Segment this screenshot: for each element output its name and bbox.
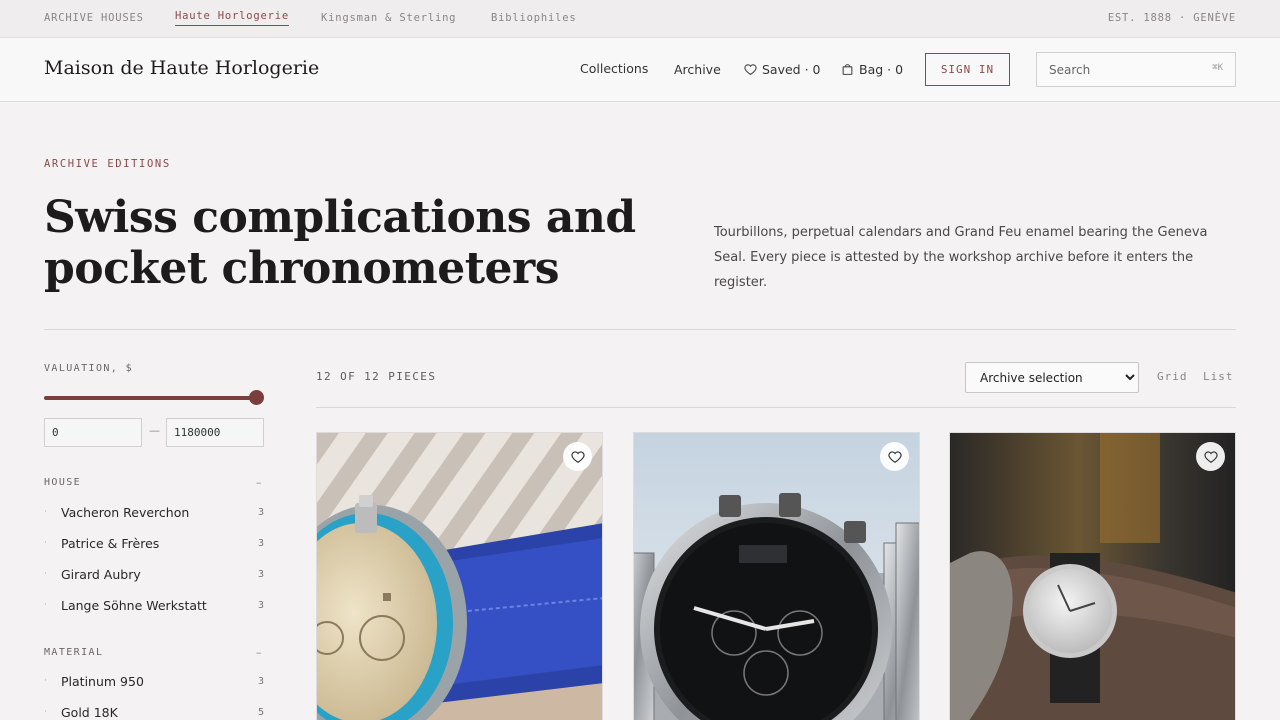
house-link-haute-horlogerie[interactable]: Haute Horlogerie <box>175 10 289 26</box>
valuation-slider-track[interactable] <box>44 396 258 400</box>
product-card[interactable] <box>316 432 603 720</box>
nav-saved-label: Saved · 0 <box>762 62 821 77</box>
facet-label: Girard Aubry <box>61 566 141 582</box>
search-shortcut: ⌘K <box>1212 63 1223 73</box>
brand-logo[interactable]: Maison de Haute Horlogerie <box>44 57 319 79</box>
valuation-max-input[interactable] <box>166 418 264 447</box>
facet-count: 3 <box>257 537 264 549</box>
product-image-wrist-watch <box>950 433 1235 720</box>
facet-label: Platinum 950 <box>61 673 144 689</box>
product-image-blue-strap-watch <box>317 433 602 720</box>
product-card[interactable] <box>949 432 1236 720</box>
hero-description: Tourbillons, perpetual calendars and Gra… <box>714 225 1208 290</box>
range-dash: — <box>149 424 160 437</box>
search-input[interactable] <box>1037 53 1197 86</box>
facet-label: Lange Söhne Werkstatt <box>61 597 207 613</box>
established-text: EST. 1888 · GENÈVE <box>1107 12 1236 24</box>
facet-house-vacheron-reverchon[interactable]: · Vacheron Reverchon 3 <box>44 502 264 522</box>
hero-eyebrow: ARCHIVE EDITIONS <box>44 158 171 170</box>
material-collapse-toggle[interactable]: – <box>256 646 262 659</box>
heart-icon <box>570 450 585 463</box>
product-image-chronograph-watch <box>634 433 919 720</box>
bullet: · <box>44 676 47 686</box>
nav-archive[interactable]: Archive <box>674 62 721 77</box>
material-filter-label[interactable]: MATERIAL <box>44 647 103 658</box>
house-filter-label[interactable]: HOUSE <box>44 477 81 488</box>
divider <box>44 329 1236 330</box>
search-box: ⌘K <box>1036 52 1236 87</box>
heart-icon <box>744 64 757 76</box>
sign-in-button[interactable]: SIGN IN <box>925 53 1010 86</box>
bullet: · <box>44 569 47 579</box>
facet-label: Vacheron Reverchon <box>61 504 190 520</box>
results-count: 12 OF 12 PIECES <box>316 370 437 383</box>
nav-saved[interactable]: Saved · 0 <box>744 62 821 77</box>
facet-count: 3 <box>257 568 264 580</box>
favorite-button[interactable] <box>563 442 592 471</box>
view-list-toggle[interactable]: List <box>1203 370 1234 383</box>
valuation-min-input[interactable] <box>44 418 142 447</box>
facet-house-patrice-freres[interactable]: · Patrice & Frères 3 <box>44 533 264 553</box>
facet-count: 3 <box>257 599 264 611</box>
facet-label: Gold 18K <box>61 704 118 720</box>
sort-select[interactable]: Archive selection <box>965 362 1139 393</box>
valuation-slider-handle[interactable] <box>249 390 264 405</box>
archive-houses-bar: ARCHIVE HOUSES Haute Horlogerie Kingsman… <box>0 0 1280 38</box>
nav-collections[interactable]: Collections <box>580 61 648 76</box>
valuation-label: VALUATION, $ <box>44 363 134 374</box>
facet-house-lange-sohne-werkstatt[interactable]: · Lange Söhne Werkstatt 3 <box>44 595 264 615</box>
house-collapse-toggle[interactable]: – <box>256 476 262 489</box>
house-link-kingsman-sterling[interactable]: Kingsman & Sterling <box>321 12 456 24</box>
bullet: · <box>44 507 47 517</box>
nav-bag-label: Bag · 0 <box>859 62 904 77</box>
house-link-bibliophiles[interactable]: Bibliophiles <box>491 12 576 24</box>
bullet: · <box>44 600 47 610</box>
facet-material-platinum-950[interactable]: · Platinum 950 3 <box>44 671 264 691</box>
bullet: · <box>44 538 47 548</box>
bullet: · <box>44 707 47 717</box>
product-card[interactable] <box>633 432 920 720</box>
favorite-button[interactable] <box>1196 442 1225 471</box>
facet-material-gold-18k[interactable]: · Gold 18K 5 <box>44 702 264 720</box>
facet-label: Patrice & Frères <box>61 535 160 551</box>
page-title: Swiss complications and pocket chronomet… <box>44 192 636 294</box>
site-header: Maison de Haute Horlogerie Collections A… <box>0 38 1280 102</box>
heart-icon <box>887 450 902 463</box>
view-grid-toggle[interactable]: Grid <box>1157 370 1188 383</box>
archive-houses-label: ARCHIVE HOUSES <box>44 12 144 24</box>
heart-icon <box>1203 450 1218 463</box>
facet-count: 3 <box>257 506 264 518</box>
divider <box>316 407 1236 408</box>
bag-icon <box>842 64 853 75</box>
facet-count: 5 <box>257 706 264 718</box>
nav-bag[interactable]: Bag · 0 <box>841 62 903 77</box>
facet-house-girard-aubry[interactable]: · Girard Aubry 3 <box>44 564 264 584</box>
favorite-button[interactable] <box>880 442 909 471</box>
facet-count: 3 <box>257 675 264 687</box>
